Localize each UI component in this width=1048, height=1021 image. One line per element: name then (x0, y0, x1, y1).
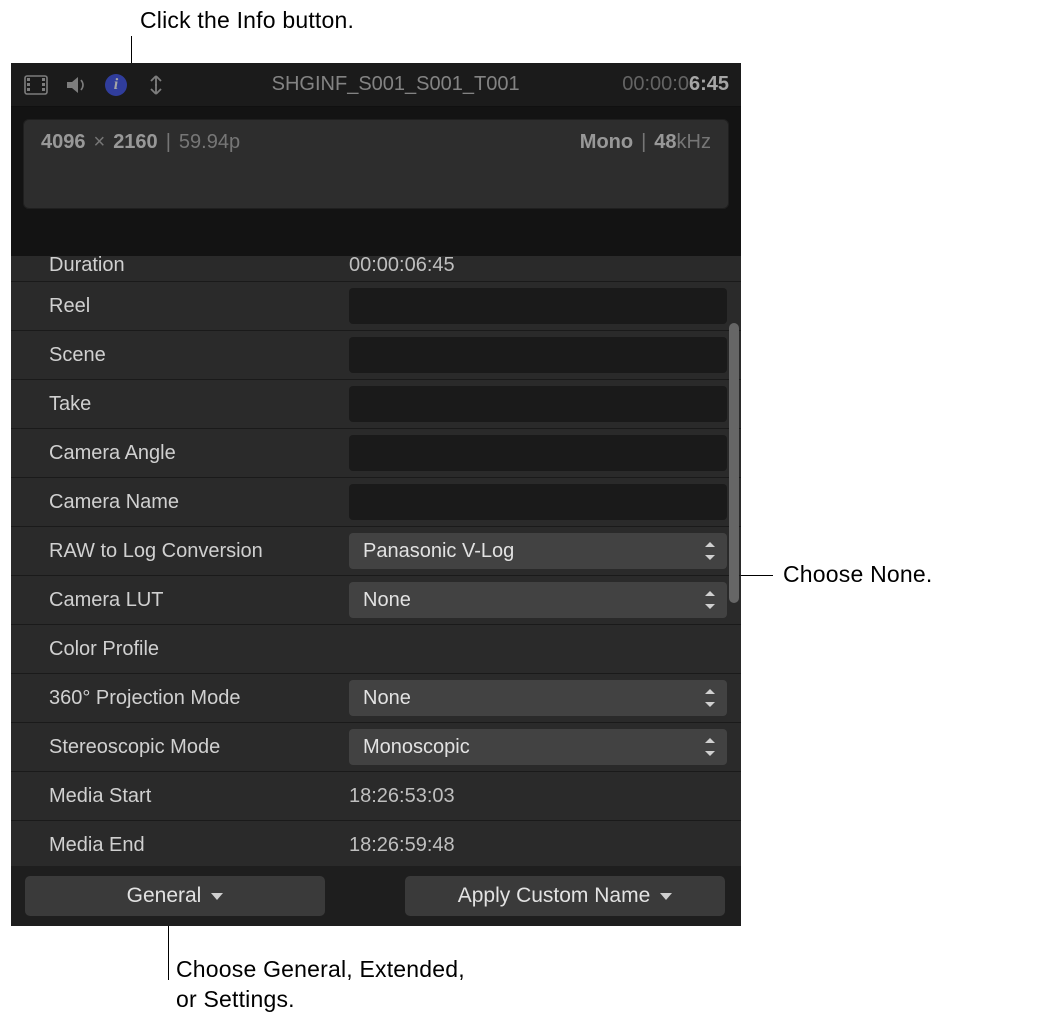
summary-times: × (94, 131, 106, 154)
scene-label: Scene (49, 344, 349, 367)
projection-mode-select[interactable]: None (349, 680, 727, 716)
stereoscopic-mode-value: Monoscopic (363, 736, 470, 759)
updown-arrows-icon (703, 542, 717, 560)
duration-value: 00:00:06:45 (349, 256, 727, 277)
apply-custom-name-label: Apply Custom Name (458, 884, 651, 908)
summary-width: 4096 (41, 131, 86, 154)
summary-fps: 59.94p (179, 131, 240, 154)
duration-row: Duration 00:00:06:45 (11, 256, 741, 282)
camera-lut-row: Camera LUT None (11, 576, 741, 625)
media-end-row: Media End 18:26:59:48 (11, 821, 741, 866)
color-profile-label: Color Profile (49, 638, 349, 661)
media-start-label: Media Start (49, 785, 349, 808)
summary-audio-rate: 48 (654, 131, 676, 153)
take-label: Take (49, 393, 349, 416)
media-start-row: Media Start 18:26:53:03 (11, 772, 741, 821)
raw-to-log-label: RAW to Log Conversion (49, 540, 349, 563)
info-inspector-icon[interactable]: i (103, 74, 129, 96)
updown-arrows-icon (703, 689, 717, 707)
clip-duration-timecode: 00:00:06:45 (622, 73, 729, 96)
updown-arrows-icon (703, 591, 717, 609)
apply-custom-name-button[interactable]: Apply Custom Name (405, 876, 725, 916)
chevron-down-icon (211, 893, 223, 900)
updown-arrows-icon (703, 738, 717, 756)
inspector-toolbar: i SHGINF_S001_S001_T001 00:00:06:45 (11, 63, 741, 107)
camera-angle-label: Camera Angle (49, 442, 349, 465)
raw-to-log-value: Panasonic V-Log (363, 540, 514, 563)
summary-height: 2160 (113, 131, 158, 154)
reel-label: Reel (49, 295, 349, 318)
callout-none: Choose None. (783, 560, 932, 590)
summary-khz: kHz (677, 131, 711, 153)
projection-mode-row: 360° Projection Mode None (11, 674, 741, 723)
callout-info: Click the Info button. (140, 6, 354, 36)
color-profile-row: Color Profile (11, 625, 741, 674)
projection-mode-value: None (363, 687, 411, 710)
timecode-prefix: 00:00:0 (622, 73, 689, 95)
summary-sep2: | (641, 131, 646, 154)
camera-angle-input[interactable] (349, 435, 727, 471)
camera-name-input[interactable] (349, 484, 727, 520)
clip-name: SHGINF_S001_S001_T001 (169, 73, 622, 96)
callout-general: Choose General, Extended, or Settings. (176, 955, 476, 1015)
media-end-label: Media End (49, 834, 349, 857)
inspector-footer: General Apply Custom Name (11, 866, 741, 926)
stereoscopic-mode-label: Stereoscopic Mode (49, 736, 349, 759)
scene-row: Scene (11, 331, 741, 380)
scrollbar[interactable] (729, 263, 739, 823)
metadata-view-label: General (127, 884, 202, 908)
reel-row: Reel (11, 282, 741, 331)
duration-label: Duration (49, 256, 349, 277)
reel-input[interactable] (349, 288, 727, 324)
scene-input[interactable] (349, 337, 727, 373)
take-row: Take (11, 380, 741, 429)
scrollbar-thumb[interactable] (729, 323, 739, 603)
video-inspector-icon[interactable] (23, 74, 49, 96)
stereoscopic-mode-select[interactable]: Monoscopic (349, 729, 727, 765)
media-end-value: 18:26:59:48 (349, 834, 727, 857)
summary-audio-mode: Mono (580, 131, 633, 154)
raw-to-log-select[interactable]: Panasonic V-Log (349, 533, 727, 569)
media-start-value: 18:26:53:03 (349, 785, 727, 808)
share-inspector-icon[interactable] (143, 74, 169, 96)
callout-line (168, 920, 169, 980)
metadata-view-button[interactable]: General (25, 876, 325, 916)
projection-mode-label: 360° Projection Mode (49, 687, 349, 710)
camera-name-label: Camera Name (49, 491, 349, 514)
stereoscopic-mode-row: Stereoscopic Mode Monoscopic (11, 723, 741, 772)
inspector-panel: i SHGINF_S001_S001_T001 00:00:06:45 4096… (11, 63, 741, 926)
summary-sep: | (166, 131, 171, 154)
property-list: Duration 00:00:06:45 Reel Scene Take Cam… (11, 256, 741, 866)
camera-lut-label: Camera LUT (49, 589, 349, 612)
camera-lut-select[interactable]: None (349, 582, 727, 618)
camera-lut-value: None (363, 589, 411, 612)
clip-summary-banner: 4096 × 2160 | 59.94p Mono | 48kHz (23, 119, 729, 209)
audio-inspector-icon[interactable] (63, 74, 89, 96)
timecode-suffix: 6:45 (689, 73, 729, 95)
take-input[interactable] (349, 386, 727, 422)
camera-name-row: Camera Name (11, 478, 741, 527)
raw-to-log-row: RAW to Log Conversion Panasonic V-Log (11, 527, 741, 576)
chevron-down-icon (660, 893, 672, 900)
camera-angle-row: Camera Angle (11, 429, 741, 478)
